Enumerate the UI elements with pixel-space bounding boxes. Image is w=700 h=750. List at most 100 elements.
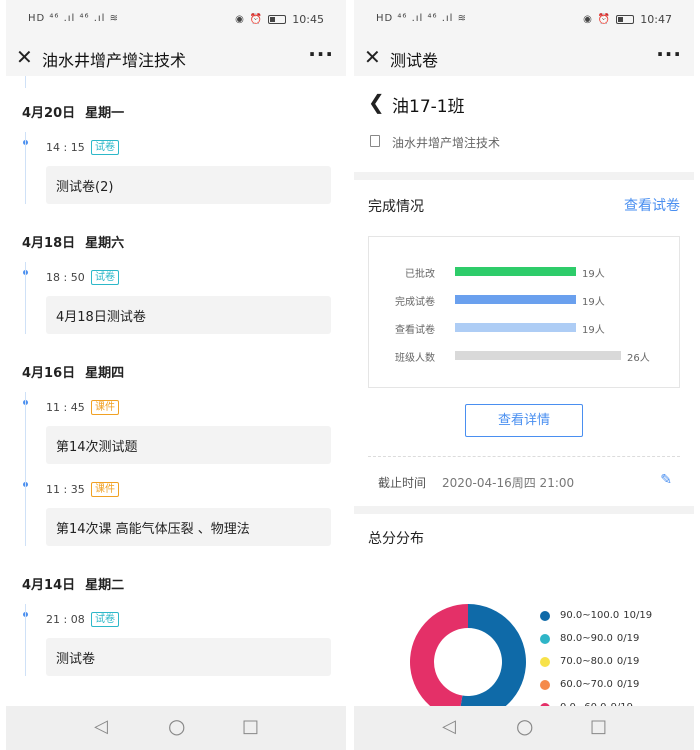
legend-range: 80.0~90.0 <box>560 633 613 644</box>
day-date: 4月18日 <box>22 236 76 251</box>
list-item[interactable]: 4月18日测试卷 <box>46 296 331 334</box>
signal-icons: HD ⁴⁶ .ıl ⁴⁶ .ıl ≋ <box>28 13 119 24</box>
legend-count: 0/19 <box>616 633 640 644</box>
signal-icons: HD ⁴⁶ .ıl ⁴⁶ .ıl ≋ <box>376 13 467 24</box>
timeline-list: 4月20日 星期一 14 : 15 试卷 测试卷(2) 4月18日 星期六 18 : 50 试卷… <box>6 76 346 706</box>
list-item[interactable]: 测试卷(2) <box>46 166 331 204</box>
status-time: 10:47 <box>640 13 672 26</box>
stat-value: 19人 <box>582 325 605 336</box>
stat-bar <box>455 267 576 276</box>
score-donut-chart <box>410 604 526 706</box>
item-type-badge: 课件 <box>91 482 119 497</box>
item-time: 14 : 15 <box>46 141 85 154</box>
back-arrow-icon[interactable]: ❮ <box>368 90 385 114</box>
legend-item: 60.0~70.0 0/19 <box>540 679 639 690</box>
alarm-icon: ⏰ <box>249 14 263 25</box>
day-weekday: 星期六 <box>85 236 125 251</box>
recent-apps-icon[interactable]: □ <box>242 716 259 737</box>
timeline-line <box>25 76 26 88</box>
timeline-line <box>25 604 26 676</box>
day-weekday: 星期一 <box>85 106 125 121</box>
view-paper-link[interactable]: 查看试卷 <box>624 195 680 215</box>
distribution-title: 总分分布 <box>368 531 424 547</box>
document-icon <box>370 135 380 147</box>
status-time: 10:45 <box>292 13 324 26</box>
item-time: 21 : 08 <box>46 613 85 626</box>
day-date: 4月14日 <box>22 578 76 593</box>
edit-icon[interactable]: ✎ <box>660 472 672 488</box>
list-item[interactable]: 第14次课 高能气体压裂 、物理法 <box>46 508 331 546</box>
item-time: 11 : 45 <box>46 401 85 414</box>
stat-value: 19人 <box>582 269 605 280</box>
stat-label: 查看试卷 <box>395 325 435 336</box>
day-weekday: 星期四 <box>85 366 125 381</box>
legend-swatch <box>540 679 550 690</box>
alarm-icon: ⏰ <box>597 14 611 25</box>
day-date: 4月16日 <box>22 366 76 381</box>
legend-count: 0/19 <box>616 679 640 690</box>
score-distribution-section: 总分分布 90.0~100.0 10/19 80.0~90.0 0/19 70.0~80… <box>354 514 694 706</box>
more-icon[interactable]: ··· <box>308 42 334 66</box>
nav-bar: ✕ 油水井增产增注技术 ··· <box>6 40 346 76</box>
day-weekday: 星期二 <box>85 578 125 593</box>
deadline-label: 截止时间 <box>378 476 427 490</box>
item-type-badge: 试卷 <box>91 140 119 155</box>
stat-label: 完成试卷 <box>395 297 435 308</box>
back-nav-icon[interactable]: ◁ <box>442 716 456 737</box>
list-item[interactable]: 第14次测试题 <box>46 426 331 464</box>
stat-bar <box>455 295 576 304</box>
back-nav-icon[interactable]: ◁ <box>94 716 108 737</box>
list-item[interactable]: 测试卷 <box>46 638 331 676</box>
view-detail-button[interactable]: 查看详情 <box>465 404 583 437</box>
stat-label: 已批改 <box>405 269 435 280</box>
completion-section: 完成情况 查看试卷 已批改 19人 完成试卷 19人 查看试卷 19人 班级人数 26人 查看… <box>354 180 694 506</box>
class-name: 油17-1班 <box>392 97 465 117</box>
right-screen: HD ⁴⁶ .ıl ⁴⁶ .ıl ≋ ◉ ⏰ 10:47 ✕ 测试卷 ··· ❮… <box>354 0 694 750</box>
close-icon[interactable]: ✕ <box>364 45 381 69</box>
battery-icon <box>268 15 287 24</box>
completion-stats: 已批改 19人 完成试卷 19人 查看试卷 19人 班级人数 26人 <box>368 236 680 388</box>
page-title: 测试卷 <box>390 51 439 70</box>
day-header: 4月16日 星期四 <box>22 362 124 381</box>
day-header: 4月20日 星期一 <box>22 102 124 121</box>
legend-count: 0/19 <box>616 656 640 667</box>
deadline-value: 2020-04-16周四 21:00 <box>442 476 575 490</box>
item-time: 11 : 35 <box>46 483 85 496</box>
home-nav-icon[interactable]: ○ <box>168 714 185 738</box>
battery-icon <box>616 15 635 24</box>
legend-range: 90.0~100.0 <box>560 610 620 621</box>
status-bar: HD ⁴⁶ .ıl ⁴⁶ .ıl ≋ ◉ ⏰ 10:47 <box>354 0 694 40</box>
legend-swatch <box>540 633 550 644</box>
nav-bar: ✕ 测试卷 ··· <box>354 40 694 76</box>
day-date: 4月20日 <box>22 106 76 121</box>
course-name: 油水井增产增注技术 <box>392 136 501 150</box>
status-bar: HD ⁴⁶ .ıl ⁴⁶ .ıl ≋ ◉ ⏰ 10:45 <box>6 0 346 40</box>
day-header: 4月18日 星期六 <box>22 232 124 251</box>
item-type-badge: 试卷 <box>91 270 119 285</box>
eye-icon: ◉ <box>235 14 244 25</box>
system-nav-bar: ◁ ○ □ <box>354 706 694 750</box>
class-header: ❮ 油17-1班 油水井增产增注技术 <box>354 76 694 172</box>
stat-value: 19人 <box>582 297 605 308</box>
item-type-badge: 课件 <box>91 400 119 415</box>
legend-swatch <box>540 610 550 621</box>
completion-title: 完成情况 <box>368 199 424 215</box>
item-type-badge: 试卷 <box>91 612 119 627</box>
stat-label: 班级人数 <box>395 353 435 364</box>
legend-count: 10/19 <box>623 610 653 621</box>
legend-range: 70.0~80.0 <box>560 656 613 667</box>
item-time: 18 : 50 <box>46 271 85 284</box>
day-header: 4月14日 星期二 <box>22 574 124 593</box>
more-icon[interactable]: ··· <box>656 42 682 66</box>
legend-item: 90.0~100.0 10/19 <box>540 610 652 621</box>
recent-apps-icon[interactable]: □ <box>590 716 607 737</box>
legend-range: 60.0~70.0 <box>560 679 613 690</box>
timeline-line <box>25 132 26 204</box>
system-nav-bar: ◁ ○ □ <box>6 706 346 750</box>
donut-slice <box>410 604 468 706</box>
home-nav-icon[interactable]: ○ <box>516 714 533 738</box>
legend-swatch <box>540 656 550 667</box>
left-screen: HD ⁴⁶ .ıl ⁴⁶ .ıl ≋ ◉ ⏰ 10:45 ✕ 油水井增产增注技术… <box>6 0 346 750</box>
close-icon[interactable]: ✕ <box>16 45 33 69</box>
divider <box>368 456 680 457</box>
